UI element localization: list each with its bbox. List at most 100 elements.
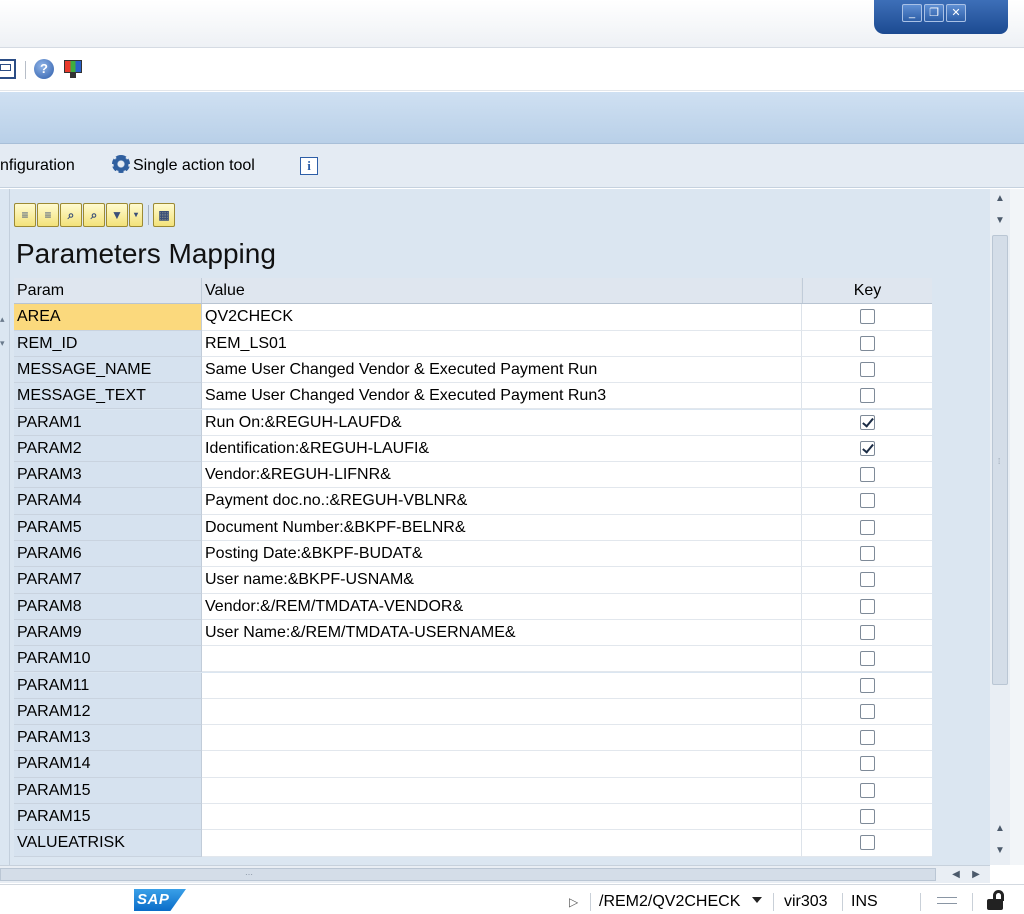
param-cell[interactable]: PARAM8	[14, 593, 202, 620]
scroll-right-icon[interactable]: ▶	[970, 868, 982, 882]
value-cell[interactable]: Identification:&REGUH-LAUFI&	[202, 435, 802, 463]
value-cell[interactable]: Payment doc.no.:&REGUH-VBLNR&	[202, 488, 802, 515]
column-header-param[interactable]: Param	[14, 278, 202, 304]
table-row[interactable]: MESSAGE_NAME Same User Changed Vendor & E…	[14, 356, 932, 384]
key-checkbox[interactable]	[859, 414, 875, 430]
param-cell[interactable]: PARAM7	[14, 567, 202, 594]
param-cell[interactable]: AREA	[14, 304, 202, 331]
value-cell[interactable]	[202, 672, 802, 699]
single-action-tool-button[interactable]: Single action tool	[112, 155, 255, 177]
settings-icon[interactable]	[936, 892, 958, 908]
table-row[interactable]: PARAM4 Payment doc.no.:&REGUH-VBLNR&	[14, 488, 932, 515]
table-row[interactable]: PARAM10	[14, 646, 932, 673]
value-cell[interactable]: REM_LS01	[202, 330, 802, 357]
table-row[interactable]: AREA QV2CHECK	[14, 304, 932, 331]
chevron-down-icon[interactable]	[752, 897, 762, 903]
key-checkbox[interactable]	[859, 493, 875, 509]
table-row[interactable]: PARAM12	[14, 698, 932, 726]
value-cell[interactable]: Vendor:&/REM/TMDATA-VENDOR&	[202, 593, 802, 620]
value-cell[interactable]: Same User Changed Vendor & Executed Paym…	[202, 356, 802, 384]
key-checkbox[interactable]	[859, 546, 875, 561]
unlock-icon[interactable]	[986, 889, 1004, 911]
column-header-key[interactable]: Key	[802, 278, 932, 304]
key-checkbox[interactable]	[859, 703, 875, 719]
value-cell[interactable]: Same User Changed Vendor & Executed Paym…	[202, 383, 802, 410]
param-cell[interactable]: PARAM12	[14, 698, 202, 726]
close-button[interactable]: ✕	[946, 4, 966, 22]
key-checkbox[interactable]	[859, 572, 875, 588]
table-row[interactable]: PARAM1 Run On:&REGUH-LAUFD&	[14, 409, 932, 436]
table-row[interactable]: PARAM5 Document Number:&BKPF-BELNR&	[14, 514, 932, 541]
key-checkbox[interactable]	[859, 519, 875, 535]
table-row[interactable]: PARAM15	[14, 804, 932, 831]
value-cell[interactable]: Run On:&REGUH-LAUFD&	[202, 409, 802, 436]
scroll-up-icon[interactable]: ▲	[994, 193, 1006, 205]
value-cell[interactable]: QV2CHECK	[202, 304, 802, 331]
configuration-button[interactable]: nfiguration	[0, 155, 75, 177]
table-row[interactable]: PARAM11	[14, 672, 932, 699]
param-cell[interactable]: PARAM9	[14, 619, 202, 647]
param-cell[interactable]: PARAM10	[14, 646, 202, 673]
value-cell[interactable]: User Name:&/REM/TMDATA-USERNAME&	[202, 619, 802, 647]
table-row[interactable]: PARAM3 Vendor:&REGUH-LIFNR&	[14, 462, 932, 489]
filter-dropdown-icon[interactable]: ▾	[129, 203, 143, 227]
value-cell[interactable]	[202, 646, 802, 673]
layout-icon[interactable]	[0, 59, 16, 79]
table-row[interactable]: REM_ID REM_LS01	[14, 330, 932, 357]
find-next-icon[interactable]: ⌕	[83, 203, 105, 227]
horizontal-scrollbar[interactable]: ⋯ ◀ ▶	[0, 865, 990, 883]
param-cell[interactable]: PARAM15	[14, 777, 202, 804]
param-cell[interactable]: MESSAGE_NAME	[14, 356, 202, 384]
table-row[interactable]: PARAM7 User name:&BKPF-USNAM&	[14, 567, 932, 594]
param-cell[interactable]: PARAM6	[14, 541, 202, 568]
key-checkbox[interactable]	[859, 782, 875, 798]
column-header-value[interactable]: Value	[202, 278, 802, 304]
key-checkbox[interactable]	[859, 335, 875, 351]
scroll-left-icon[interactable]: ◀	[950, 868, 962, 882]
key-checkbox[interactable]	[859, 361, 875, 377]
param-cell[interactable]: PARAM2	[14, 435, 202, 463]
minimize-button[interactable]: _	[902, 4, 922, 22]
page-up-icon[interactable]: ▼	[994, 215, 1006, 227]
info-icon[interactable]: i	[300, 157, 318, 175]
key-checkbox[interactable]	[859, 809, 875, 824]
key-checkbox[interactable]	[859, 756, 875, 772]
param-cell[interactable]: PARAM14	[14, 751, 202, 778]
key-checkbox[interactable]	[859, 440, 875, 456]
status-expand-icon[interactable]: ▷	[569, 892, 578, 912]
value-cell[interactable]	[202, 777, 802, 804]
table-row[interactable]: PARAM13	[14, 725, 932, 752]
value-cell[interactable]	[202, 751, 802, 778]
param-cell[interactable]: VALUEATRISK	[14, 830, 202, 857]
key-checkbox[interactable]	[859, 467, 875, 483]
key-checkbox[interactable]	[859, 388, 875, 404]
param-cell[interactable]: PARAM15	[14, 804, 202, 831]
table-row[interactable]: PARAM9 User Name:&/REM/TMDATA-USERNAME&	[14, 619, 932, 647]
page-down-icon[interactable]: ▲	[994, 823, 1006, 835]
value-cell[interactable]: Posting Date:&BKPF-BUDAT&	[202, 541, 802, 568]
sort-descending-icon[interactable]: ≡	[37, 203, 59, 227]
key-checkbox[interactable]	[859, 309, 875, 325]
key-checkbox[interactable]	[859, 624, 875, 640]
table-row[interactable]: PARAM6 Posting Date:&BKPF-BUDAT&	[14, 541, 932, 568]
layout-grid-icon[interactable]: ▦	[153, 203, 175, 227]
transaction-code[interactable]: /REM2/QV2CHECK	[599, 892, 740, 912]
param-cell[interactable]: PARAM1	[14, 409, 202, 436]
expand-arrow-icon[interactable]: ▾	[0, 337, 10, 349]
input-mode[interactable]: INS	[851, 892, 878, 912]
table-row[interactable]: PARAM2 Identification:&REGUH-LAUFI&	[14, 435, 932, 463]
param-cell[interactable]: PARAM11	[14, 672, 202, 699]
key-checkbox[interactable]	[859, 730, 875, 746]
key-checkbox[interactable]	[859, 677, 875, 693]
value-cell[interactable]	[202, 698, 802, 726]
table-row[interactable]: MESSAGE_TEXT Same User Changed Vendor & E…	[14, 383, 932, 410]
key-checkbox[interactable]	[859, 835, 875, 851]
horizontal-scrollbar-thumb[interactable]: ⋯	[0, 868, 936, 881]
param-cell[interactable]: PARAM3	[14, 462, 202, 489]
table-row[interactable]: VALUEATRISK	[14, 830, 932, 857]
vertical-scrollbar[interactable]: ▲ ▼ ⁞ ▲ ▼	[990, 189, 1010, 865]
value-cell[interactable]	[202, 830, 802, 857]
table-row[interactable]: PARAM14	[14, 751, 932, 778]
customize-layout-icon[interactable]	[63, 59, 83, 79]
scroll-down-icon[interactable]: ▼	[994, 845, 1006, 857]
